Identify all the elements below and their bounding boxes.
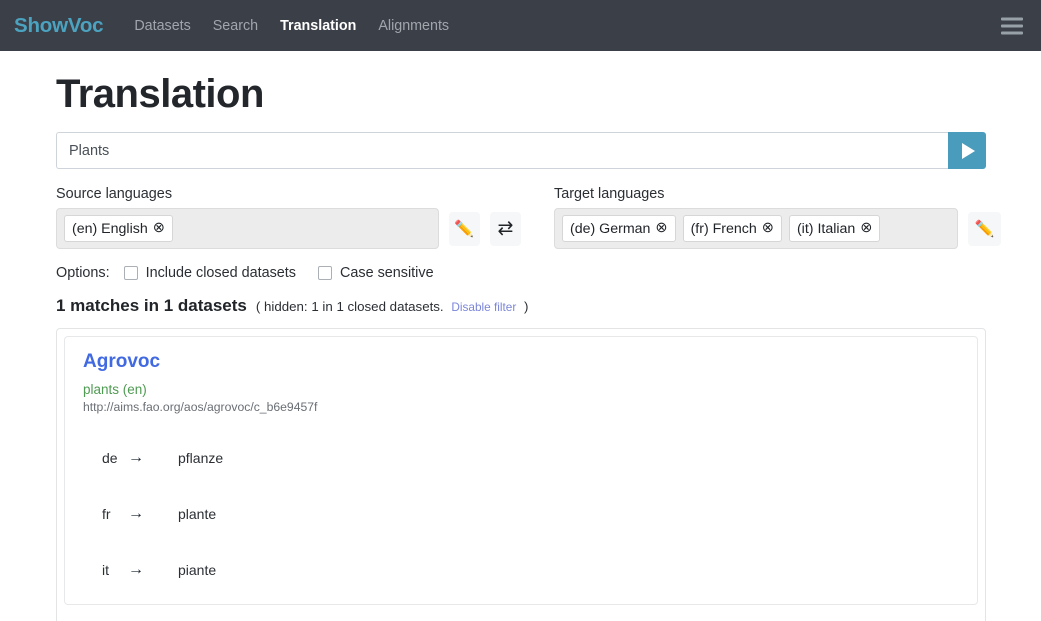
hidden-results-prefix: ( hidden: 1 in 1 closed datasets. <box>255 299 444 314</box>
search-bar <box>56 132 986 169</box>
translation-value: plante <box>178 505 217 522</box>
translation-lang: it <box>102 561 109 578</box>
pencil-icon: ✏️ <box>454 220 475 238</box>
disable-filter-link[interactable]: Disable filter <box>451 300 516 314</box>
search-submit-button[interactable] <box>948 132 986 169</box>
language-chip-de[interactable]: (de) German ⊗ <box>562 215 676 242</box>
translation-row: it → piante <box>102 542 959 598</box>
language-chip-label: (fr) French <box>690 220 757 237</box>
nav-link-search[interactable]: Search <box>202 12 269 40</box>
remove-chip-icon[interactable]: ⊗ <box>153 221 165 236</box>
language-selection-area: Source languages (en) English ⊗ ✏️ ⇄ Tar… <box>56 186 1001 249</box>
language-chip-it[interactable]: (it) Italian ⊗ <box>788 215 881 242</box>
arrow-icon: → <box>128 448 144 466</box>
include-closed-datasets-checkbox[interactable] <box>123 266 138 280</box>
option-include-closed-datasets[interactable]: Include closed datasets <box>123 265 296 281</box>
hidden-results-suffix: ) <box>523 299 529 314</box>
hamburger-bar <box>1001 17 1023 20</box>
hamburger-bar <box>1001 24 1023 27</box>
hamburger-bar <box>1001 31 1023 34</box>
page-content: Translation Source languages (en) Englis… <box>0 73 1041 621</box>
target-languages-row: (de) German ⊗ (fr) French ⊗ (it) Italian… <box>554 208 1001 249</box>
translation-row: fr → plante <box>102 486 959 542</box>
matched-term: plants (en) <box>83 381 147 397</box>
option-label: Case sensitive <box>340 265 434 281</box>
options-row: Options: Include closed datasets Case se… <box>56 265 985 281</box>
edit-target-languages-button[interactable]: ✏️ <box>968 211 1001 246</box>
pencil-icon: ✏️ <box>974 220 995 238</box>
option-label: Include closed datasets <box>145 265 296 281</box>
options-label: Options: <box>56 265 110 281</box>
source-languages-block: Source languages (en) English ⊗ ✏️ ⇄ <box>56 186 522 249</box>
concept-uri: http://aims.fao.org/aos/agrovoc/c_b6e945… <box>83 399 318 414</box>
language-chip-label: (de) German <box>570 220 651 237</box>
target-languages-block: Target languages (de) German ⊗ (fr) Fren… <box>554 186 1001 249</box>
translation-lang: fr <box>102 505 111 522</box>
hamburger-icon[interactable] <box>1001 17 1023 34</box>
remove-chip-icon[interactable]: ⊗ <box>860 221 872 236</box>
results-summary: 1 matches in 1 datasets ( hidden: 1 in 1… <box>56 296 985 316</box>
option-case-sensitive[interactable]: Case sensitive <box>318 265 434 281</box>
page-title: Translation <box>56 72 264 116</box>
nav-link-datasets[interactable]: Datasets <box>123 12 201 40</box>
nav-links: Datasets Search Translation Alignments <box>123 12 460 40</box>
top-navbar: ShowVoc Datasets Search Translation Alig… <box>0 0 1041 51</box>
source-languages-row: (en) English ⊗ ✏️ ⇄ <box>56 208 522 249</box>
source-languages-label: Source languages <box>56 186 173 202</box>
translation-value: piante <box>178 561 217 578</box>
nav-link-translation[interactable]: Translation <box>269 12 367 40</box>
source-languages-field[interactable]: (en) English ⊗ <box>56 208 439 249</box>
language-chip-en[interactable]: (en) English ⊗ <box>64 215 173 242</box>
translation-row: de → pflanze <box>102 430 959 486</box>
target-languages-field[interactable]: (de) German ⊗ (fr) French ⊗ (it) Italian… <box>554 208 958 249</box>
edit-source-languages-button[interactable]: ✏️ <box>448 211 480 246</box>
arrow-icon: → <box>128 504 144 522</box>
arrow-icon: → <box>128 560 144 578</box>
dataset-link[interactable]: Agrovoc <box>83 351 959 374</box>
nav-link-alignments[interactable]: Alignments <box>367 12 460 40</box>
play-icon <box>962 142 975 159</box>
remove-chip-icon[interactable]: ⊗ <box>762 221 774 236</box>
language-chip-label: (it) Italian <box>796 220 856 237</box>
results-container: Agrovoc plants (en) http://aims.fao.org/… <box>56 328 986 621</box>
results-count: 1 matches in 1 datasets <box>56 296 247 315</box>
language-chip-label: (en) English <box>72 220 148 237</box>
language-chip-fr[interactable]: (fr) French ⊗ <box>682 215 782 242</box>
brand-logo[interactable]: ShowVoc <box>9 14 104 38</box>
result-card-agrovoc: Agrovoc plants (en) http://aims.fao.org/… <box>64 336 978 605</box>
translations-list: de → pflanze fr → plante it → piante <box>83 430 959 598</box>
swap-languages-button[interactable]: ⇄ <box>489 211 522 246</box>
swap-icon: ⇄ <box>497 218 514 239</box>
remove-chip-icon[interactable]: ⊗ <box>655 221 667 236</box>
hidden-results-note: ( hidden: 1 in 1 closed datasets. Disabl… <box>256 299 529 314</box>
translation-lang: de <box>102 449 118 466</box>
search-input[interactable] <box>56 132 948 169</box>
translation-value: pflanze <box>178 449 224 466</box>
case-sensitive-checkbox[interactable] <box>318 266 332 280</box>
target-languages-label: Target languages <box>554 186 665 202</box>
